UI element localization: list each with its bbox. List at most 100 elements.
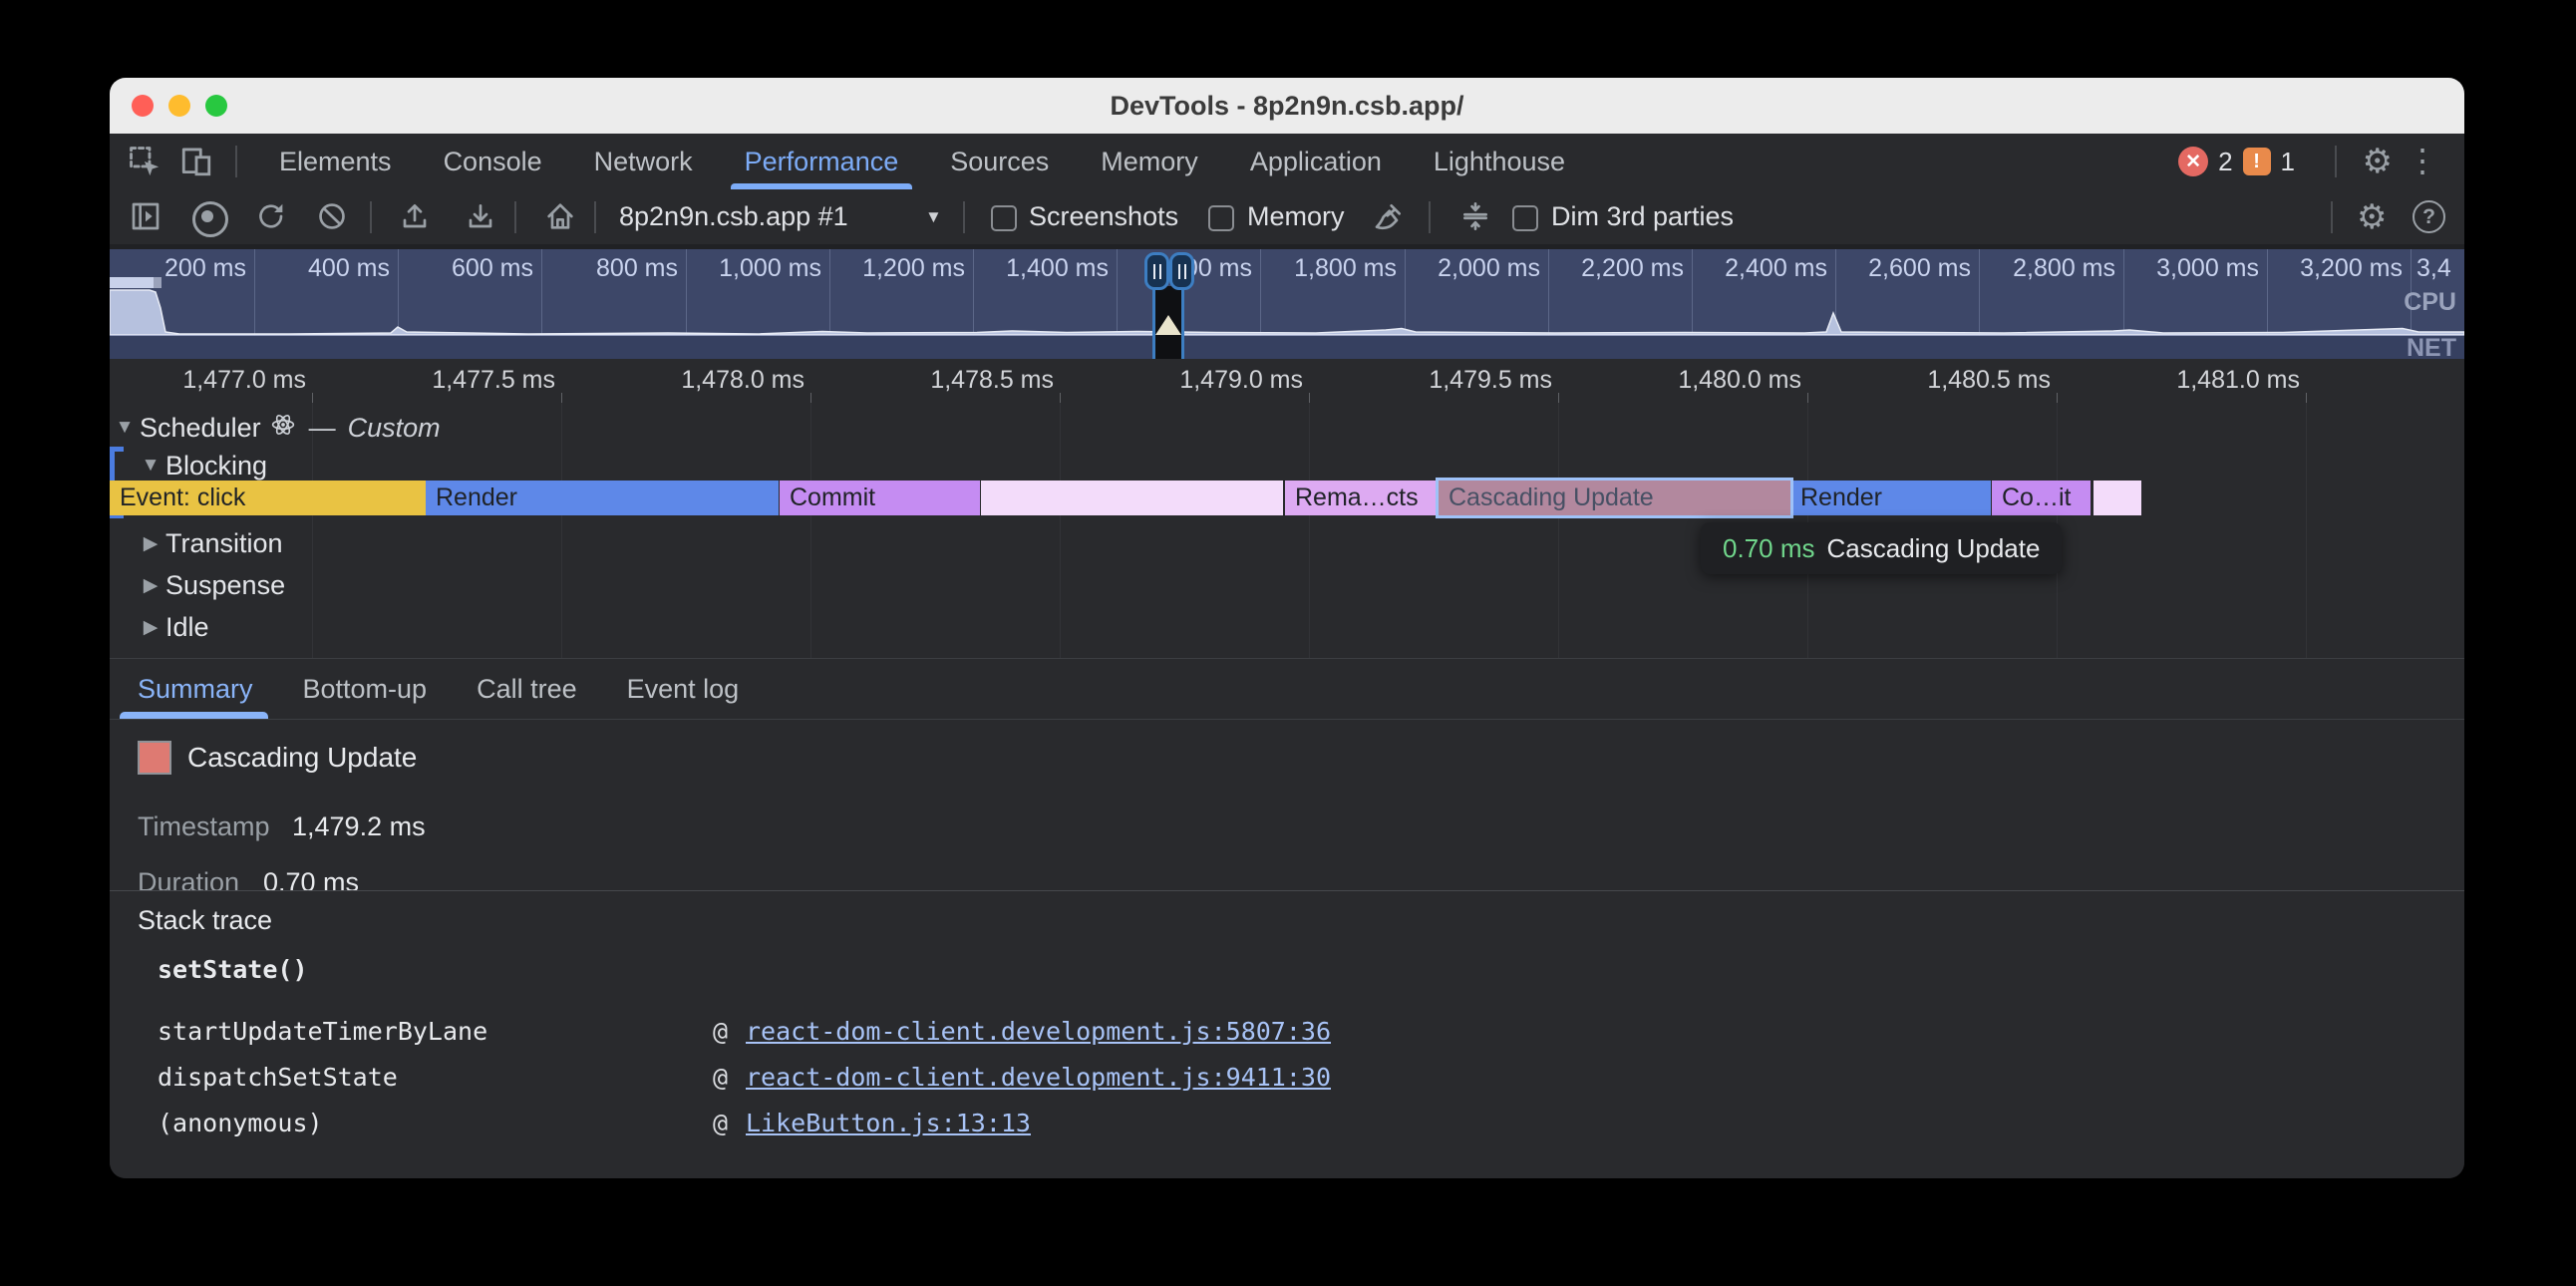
tooltip-title: Cascading Update bbox=[1827, 533, 2041, 564]
flame-bar[interactable]: Co…it bbox=[1992, 481, 2091, 515]
track-row-label: Suspense bbox=[165, 570, 285, 601]
track-row-blocking[interactable]: ▼Blocking bbox=[136, 449, 267, 482]
tab-console[interactable]: Console bbox=[444, 134, 542, 189]
track-row-label: Blocking bbox=[165, 451, 267, 482]
stack-frame-source-link[interactable]: LikeButton.js:13:13 bbox=[746, 1109, 1031, 1137]
tab-lighthouse[interactable]: Lighthouse bbox=[1434, 134, 1565, 189]
dim-3rd-parties-checkbox[interactable] bbox=[1512, 205, 1538, 231]
summary-event-title: Cascading Update bbox=[187, 741, 417, 775]
disclosure-collapsed-icon[interactable]: ▶ bbox=[136, 532, 165, 555]
minimize-window-button[interactable] bbox=[168, 95, 190, 117]
clear-recording-icon[interactable] bbox=[316, 200, 348, 232]
ruler-tick-label: 1,480.0 ms bbox=[1678, 366, 1801, 395]
upload-profile-icon[interactable] bbox=[399, 200, 431, 232]
chart-gridline bbox=[1309, 403, 1310, 658]
flame-bar[interactable]: Commit bbox=[780, 481, 980, 515]
ruler-tick-mark bbox=[1558, 393, 1559, 403]
tab-elements[interactable]: Elements bbox=[279, 134, 392, 189]
stack-frame-source-link[interactable]: react-dom-client.development.js:5807:36 bbox=[746, 1017, 1331, 1046]
disclosure-expanded-icon[interactable]: ▼ bbox=[136, 455, 165, 477]
ruler-tick-label: 1,477.5 ms bbox=[432, 366, 555, 395]
collect-garbage-icon[interactable] bbox=[1373, 200, 1405, 232]
track-row-suspense[interactable]: ▶Suspense bbox=[136, 568, 285, 602]
target-selector[interactable]: 8p2n9n.csb.app #1 bbox=[619, 189, 848, 244]
toggle-sidebar-icon[interactable] bbox=[130, 200, 161, 232]
tab-summary[interactable]: Summary bbox=[138, 659, 253, 719]
selection-left-handle[interactable] bbox=[1144, 252, 1169, 290]
track-row-transition[interactable]: ▶Transition bbox=[136, 526, 283, 560]
timestamp-label: Timestamp bbox=[138, 811, 270, 842]
timeline-overview[interactable]: 200 ms400 ms600 ms800 ms1,000 ms1,200 ms… bbox=[110, 244, 2464, 359]
track-row-idle[interactable]: ▶Idle bbox=[136, 610, 209, 644]
zoom-window-button[interactable] bbox=[205, 95, 227, 117]
stack-frame-function: dispatchSetState bbox=[158, 1063, 398, 1092]
tab-network[interactable]: Network bbox=[594, 134, 693, 189]
devtools-tabbar: Elements Console Network Performance Sources… bbox=[110, 134, 2464, 190]
screenshots-label: Screenshots bbox=[1029, 189, 1178, 244]
disclosure-collapsed-icon[interactable]: ▶ bbox=[136, 616, 165, 639]
error-badge-icon[interactable]: ✕ bbox=[2178, 147, 2208, 176]
screenshots-checkbox[interactable] bbox=[991, 205, 1017, 231]
tab-performance[interactable]: Performance bbox=[745, 134, 899, 189]
flame-bar[interactable]: Cascading Update bbox=[1439, 481, 1790, 515]
stack-trace-header: Stack trace bbox=[138, 905, 272, 936]
tab-memory[interactable]: Memory bbox=[1101, 134, 1198, 189]
home-icon[interactable] bbox=[544, 200, 576, 232]
tab-sources[interactable]: Sources bbox=[950, 134, 1049, 189]
device-toolbar-icon[interactable] bbox=[179, 145, 213, 178]
ruler-tick-mark bbox=[312, 393, 313, 403]
ruler-tick-mark bbox=[561, 393, 562, 403]
memory-checkbox[interactable] bbox=[1208, 205, 1234, 231]
stack-frame-at: @ bbox=[713, 1017, 728, 1046]
error-count: 2 bbox=[2218, 147, 2232, 177]
tab-bottom-up[interactable]: Bottom-up bbox=[303, 659, 428, 719]
issue-badge-icon[interactable]: ! bbox=[2243, 148, 2271, 175]
dim-3rd-parties-label: Dim 3rd parties bbox=[1551, 189, 1734, 244]
disclosure-expanded-icon[interactable]: ▼ bbox=[110, 417, 140, 439]
ruler-tick-mark bbox=[2057, 393, 2058, 403]
flame-chart[interactable]: ▼ Scheduler — Custom ▼Blocking▶Transitio… bbox=[110, 403, 2464, 658]
stack-frame-function: startUpdateTimerByLane bbox=[158, 1017, 487, 1046]
panel-settings-gear-icon[interactable]: ⚙ bbox=[2357, 197, 2387, 237]
memory-label: Memory bbox=[1247, 189, 1345, 244]
settings-gear-icon[interactable]: ⚙ bbox=[2363, 142, 2393, 181]
ruler-tick-mark bbox=[1060, 393, 1061, 403]
selection-right-handle[interactable] bbox=[1169, 252, 1194, 290]
flame-bar[interactable]: Event: click bbox=[110, 481, 426, 515]
inspect-element-icon[interactable] bbox=[128, 145, 161, 178]
flame-bar[interactable]: Render bbox=[1790, 481, 1991, 515]
chevron-down-icon[interactable]: ▼ bbox=[925, 189, 942, 244]
help-icon[interactable]: ? bbox=[2413, 200, 2445, 233]
flame-bar[interactable] bbox=[2093, 481, 2141, 515]
reload-and-record-icon[interactable] bbox=[255, 200, 287, 232]
ruler-tick-label: 1,479.5 ms bbox=[1429, 366, 1552, 395]
download-profile-icon[interactable] bbox=[465, 200, 496, 232]
divider bbox=[594, 201, 596, 233]
window-title: DevTools - 8p2n9n.csb.app/ bbox=[1110, 91, 1463, 122]
ruler-tick-mark bbox=[1807, 393, 1808, 403]
stack-frame-source-link[interactable]: react-dom-client.development.js:9411:30 bbox=[746, 1063, 1331, 1092]
ruler-tick-label: 1,481.0 ms bbox=[2176, 366, 2300, 395]
tab-call-tree[interactable]: Call tree bbox=[477, 659, 577, 719]
collapse-tracks-icon[interactable] bbox=[1459, 200, 1491, 232]
disclosure-collapsed-icon[interactable]: ▶ bbox=[136, 574, 165, 597]
ruler-tick-mark bbox=[2306, 393, 2307, 403]
devtools-window: DevTools - 8p2n9n.csb.app/ Elements Conso… bbox=[110, 78, 2464, 1178]
close-window-button[interactable] bbox=[132, 95, 154, 117]
ruler-tick-mark bbox=[1309, 393, 1310, 403]
titlebar: DevTools - 8p2n9n.csb.app/ bbox=[110, 78, 2464, 134]
stack-frame-function: (anonymous) bbox=[158, 1109, 323, 1137]
flame-bar[interactable]: Render bbox=[426, 481, 779, 515]
tab-event-log[interactable]: Event log bbox=[627, 659, 740, 719]
stack-frame: startUpdateTimerByLane @ react-dom-client.… bbox=[110, 1009, 2464, 1055]
network-lane bbox=[110, 336, 2464, 359]
track-kind-label: Custom bbox=[348, 413, 441, 444]
record-button[interactable] bbox=[192, 201, 228, 237]
flame-bar[interactable] bbox=[981, 481, 1283, 515]
track-scheduler-label: Scheduler bbox=[140, 413, 261, 444]
more-options-icon[interactable]: ⋮ bbox=[2407, 142, 2438, 179]
flame-bar[interactable]: Rema…cts bbox=[1285, 481, 1437, 515]
chart-gridline bbox=[2306, 403, 2307, 658]
track-scheduler[interactable]: ▼ Scheduler — Custom bbox=[110, 411, 441, 445]
tab-application[interactable]: Application bbox=[1250, 134, 1382, 189]
